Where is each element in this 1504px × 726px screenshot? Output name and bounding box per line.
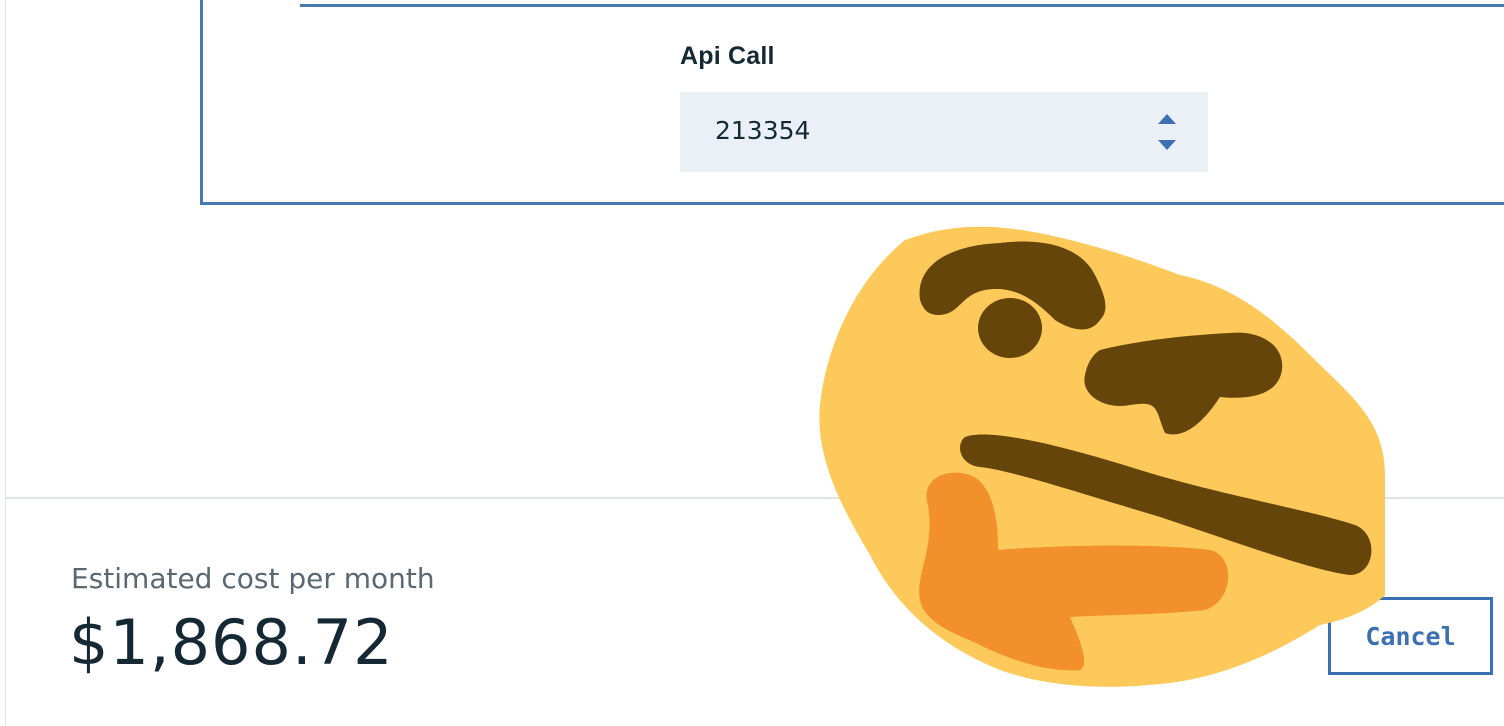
caret-down-icon[interactable] [1158, 140, 1176, 150]
estimated-cost-value: $1,868.72 [69, 606, 394, 679]
api-call-label: Api Call [680, 42, 775, 70]
emoji-left-eye [978, 298, 1042, 358]
estimated-cost-label: Estimated cost per month [71, 562, 435, 595]
left-border [5, 0, 6, 726]
pricing-calculator-page: Api Call 213354 Estimated cost per month… [0, 0, 1504, 726]
quantity-stepper[interactable] [1156, 112, 1178, 154]
api-call-number-input[interactable]: 213354 [680, 92, 1208, 172]
panel-inner-divider [300, 4, 1504, 7]
api-call-value[interactable]: 213354 [715, 116, 810, 145]
caret-up-icon[interactable] [1158, 114, 1176, 124]
thinking-face-emoji [819, 226, 1385, 687]
